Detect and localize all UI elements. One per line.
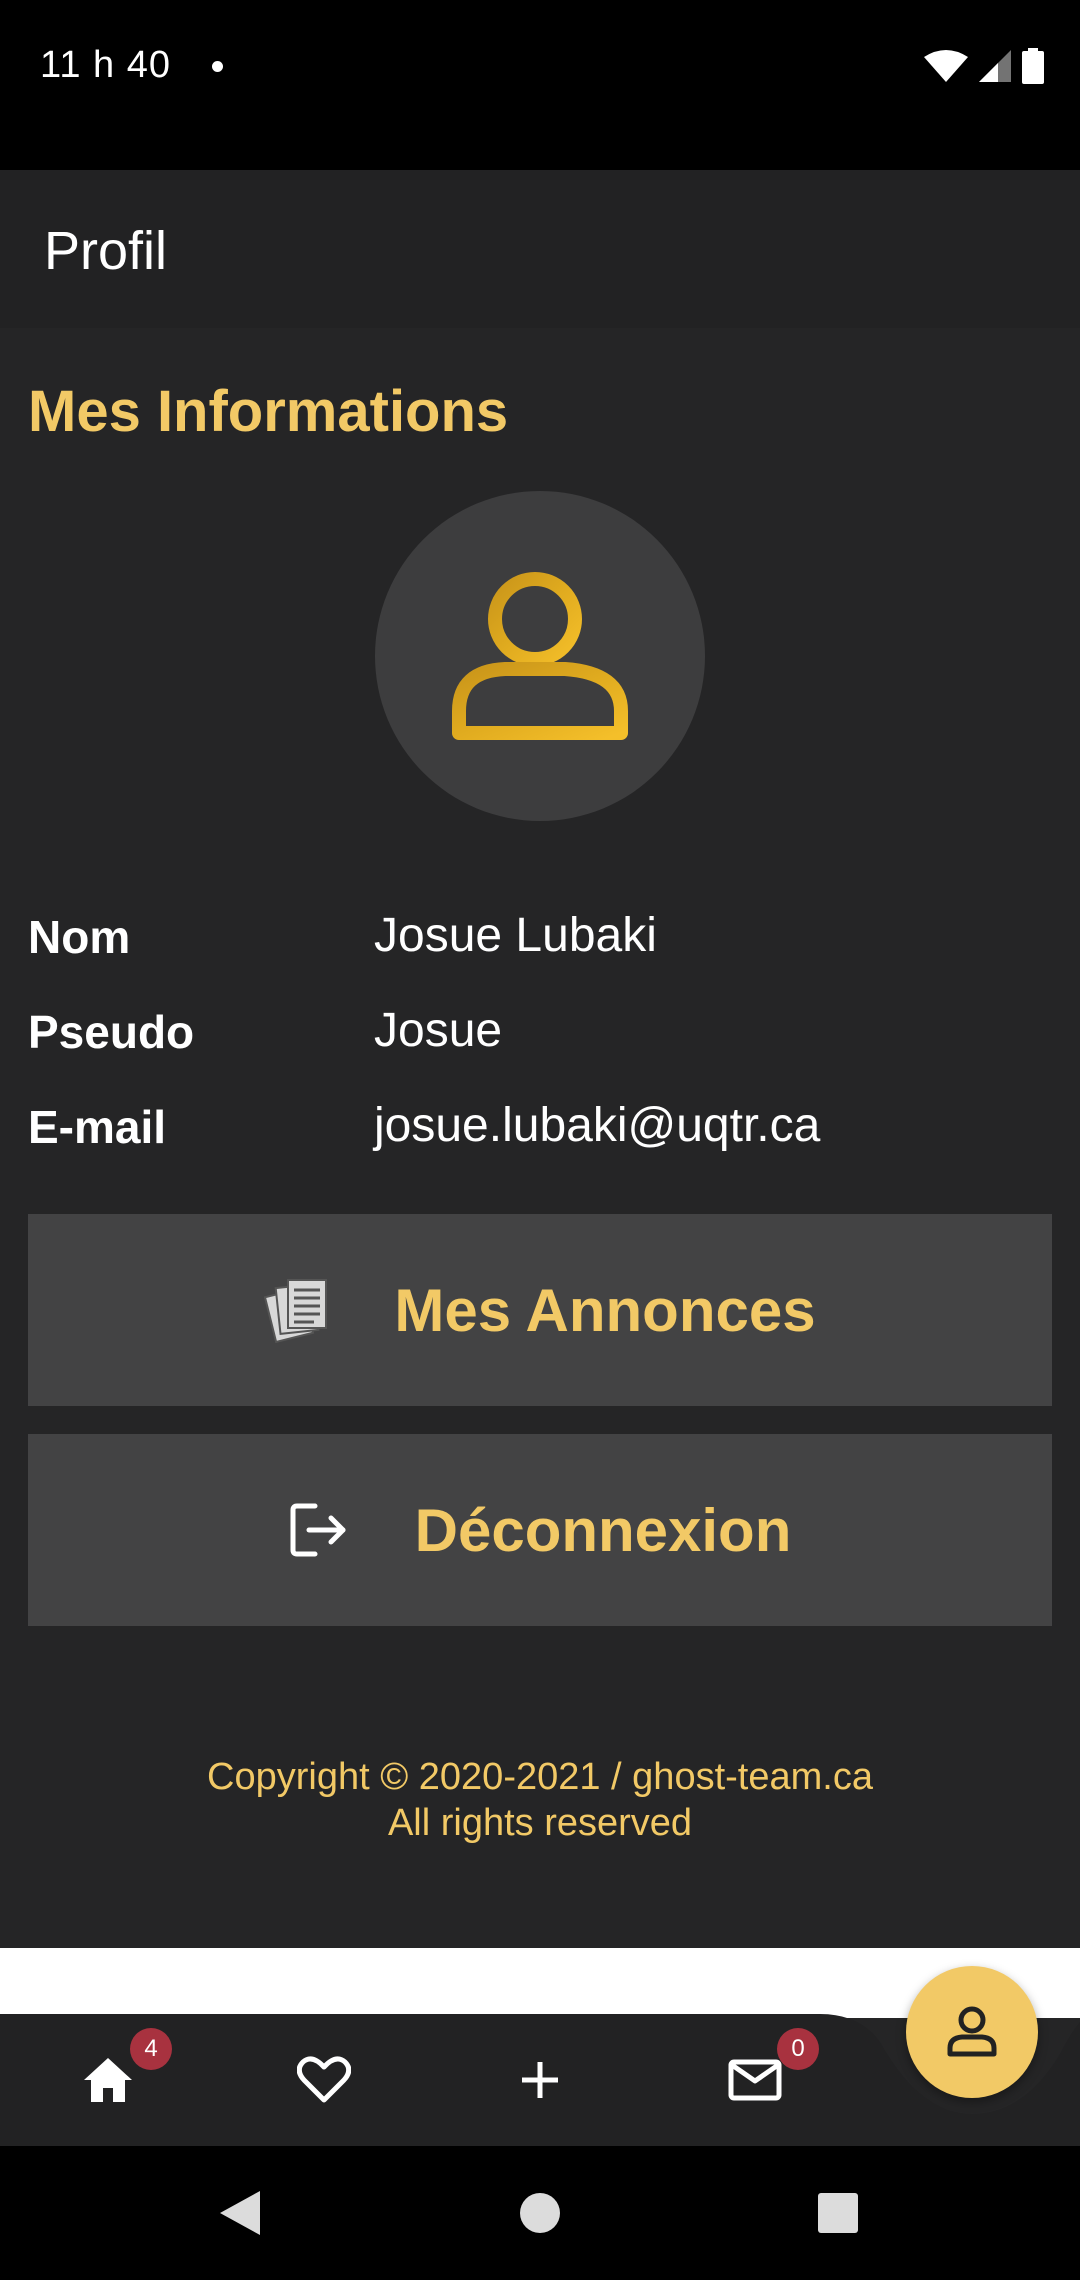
page-title: Profil xyxy=(44,221,168,281)
system-back-button[interactable] xyxy=(210,2146,270,2280)
cell-signal-icon xyxy=(979,50,1011,82)
documents-icon xyxy=(264,1279,328,1344)
name-value: Josue Lubaki xyxy=(374,909,657,962)
email-value: josue.lubaki@uqtr.ca xyxy=(374,1099,821,1152)
pseudo-label: Pseudo xyxy=(28,1006,195,1058)
my-ads-button[interactable]: Mes Annonces xyxy=(28,1214,1052,1406)
pseudo-value: Josue xyxy=(374,1004,503,1057)
home-badge: 4 xyxy=(130,2028,172,2070)
battery-icon xyxy=(1022,48,1044,84)
email-label: E-mail xyxy=(28,1101,167,1153)
profile-content: Mes Informations Nom Josue Lubaki Pseudo… xyxy=(0,328,1080,1948)
nav-home[interactable]: 4 xyxy=(48,2014,172,2146)
app-bar: Profil xyxy=(0,170,1080,328)
status-bar: 11 h 40 xyxy=(0,0,1080,170)
name-label: Nom xyxy=(28,911,131,963)
logout-label: Déconnexion xyxy=(414,1496,792,1564)
home-icon xyxy=(84,2058,132,2102)
avatar xyxy=(375,491,705,821)
notification-dot-icon xyxy=(212,61,223,72)
mail-icon xyxy=(728,2059,782,2101)
copyright: Copyright © 2020-2021 / ghost-team.ca Al… xyxy=(0,1754,1080,1846)
status-icons xyxy=(924,48,1044,84)
home-circle-icon xyxy=(520,2193,560,2233)
nav-favorites[interactable] xyxy=(264,2014,384,2146)
wifi-icon xyxy=(924,50,968,82)
system-home-button[interactable] xyxy=(510,2146,570,2280)
heart-icon xyxy=(297,2056,351,2103)
my-ads-label: Mes Annonces xyxy=(394,1276,816,1344)
status-time: 11 h 40 xyxy=(40,44,171,86)
plus-icon xyxy=(522,2062,558,2098)
copyright-line: Copyright © 2020-2021 / ghost-team.ca xyxy=(207,1756,873,1798)
logout-icon xyxy=(290,1503,346,1557)
logout-button[interactable]: Déconnexion xyxy=(28,1434,1052,1626)
nav-add[interactable] xyxy=(480,2014,600,2146)
system-navigation-bar xyxy=(0,2146,1080,2280)
back-triangle-icon xyxy=(220,2191,260,2235)
system-recents-button[interactable] xyxy=(808,2146,868,2280)
messages-badge: 0 xyxy=(777,2028,819,2070)
nav-messages[interactable]: 0 xyxy=(695,2014,819,2146)
recents-square-icon xyxy=(818,2193,858,2233)
person-icon xyxy=(947,2006,997,2057)
nav-profile-button[interactable] xyxy=(906,1966,1038,2098)
rights-line: All rights reserved xyxy=(387,1802,693,1844)
user-avatar-icon xyxy=(452,572,628,740)
section-title: Mes Informations xyxy=(28,379,509,444)
